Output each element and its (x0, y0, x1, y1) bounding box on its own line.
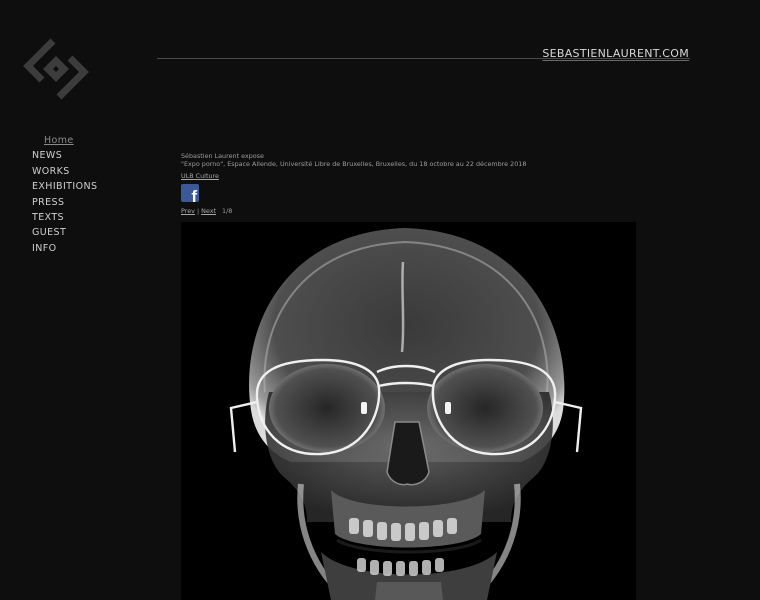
nav-item-press[interactable]: PRESS (32, 195, 97, 210)
site-logo[interactable] (20, 33, 92, 105)
nav-item-works[interactable]: WORKS (32, 164, 97, 179)
facebook-icon[interactable]: f (181, 184, 199, 202)
exhibition-caption: Sébastien Laurent expose "Expo porno", E… (181, 152, 526, 168)
nav-item-guest[interactable]: GUEST (32, 225, 97, 240)
caption-artist: Sébastien Laurent expose (181, 152, 264, 160)
nav-item-news[interactable]: NEWS (32, 148, 97, 163)
nav-item-info[interactable]: INFO (32, 241, 97, 256)
main-navigation: Home NEWS WORKS EXHIBITIONS PRESS TEXTS … (32, 133, 97, 256)
nav-item-texts[interactable]: TEXTS (32, 210, 97, 225)
image-pager: Prev | Next 1/8 (181, 207, 232, 215)
xray-skull-illustration (229, 228, 583, 600)
nav-item-home[interactable]: Home (32, 133, 97, 148)
prev-link[interactable]: Prev (181, 207, 195, 215)
ulb-culture-link[interactable]: ULB Culture (181, 172, 219, 180)
next-link[interactable]: Next (201, 207, 216, 215)
artwork-image[interactable] (181, 222, 636, 600)
caption-details: "Expo porno", Espace Allende, Université… (181, 160, 527, 168)
site-title-link[interactable]: SEBASTIENLAURENT.COM (542, 47, 689, 60)
pager-count: 1/8 (222, 207, 233, 215)
page: SEBASTIENLAURENT.COM Home NEWS WORKS EXH… (0, 0, 760, 600)
facebook-letter: f (191, 187, 197, 202)
nav-item-exhibitions[interactable]: EXHIBITIONS (32, 179, 97, 194)
